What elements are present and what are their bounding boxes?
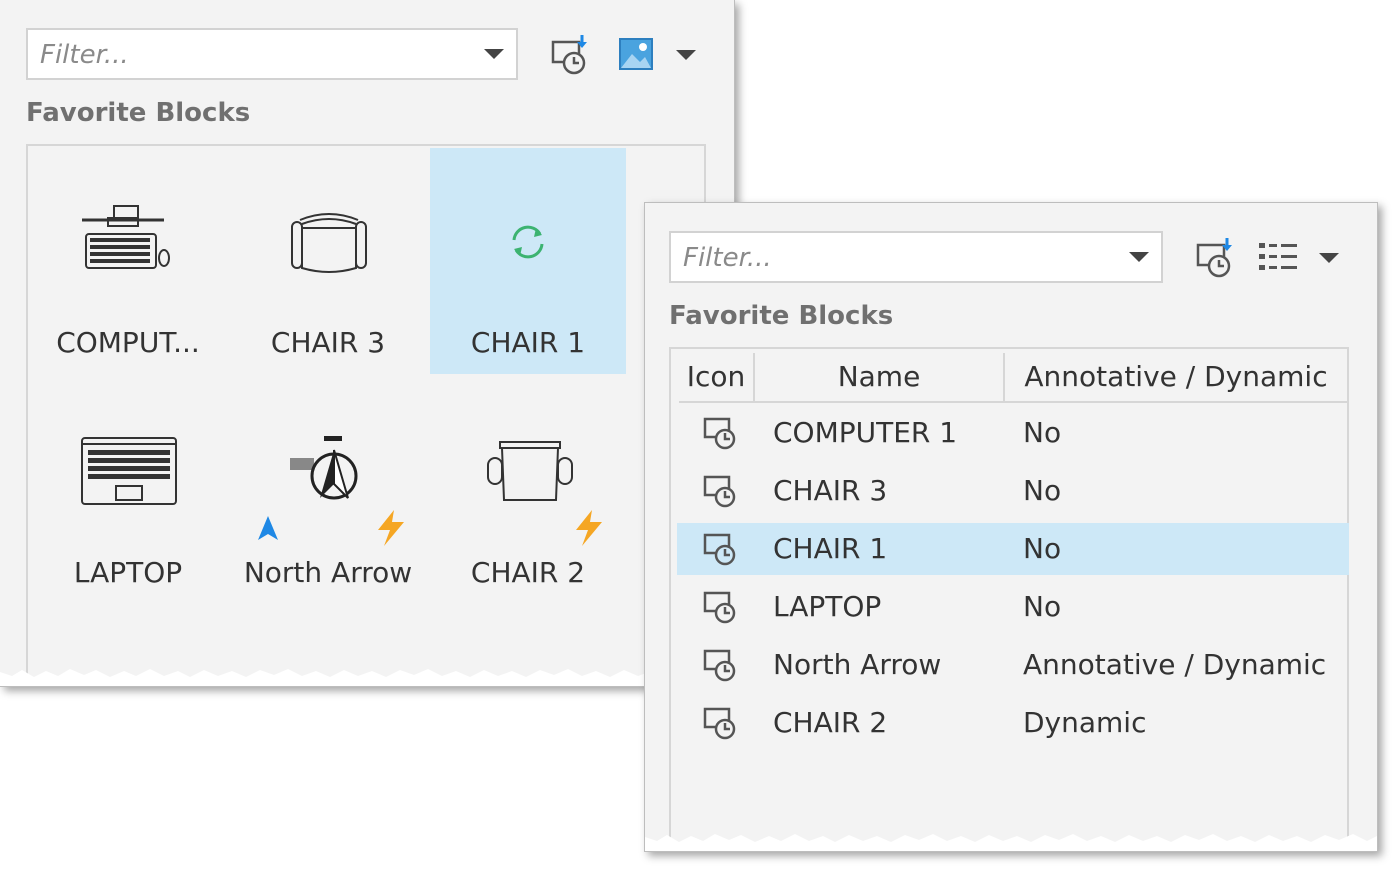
row-name: LAPTOP	[773, 590, 882, 623]
north-arrow-block-icon	[290, 436, 358, 500]
column-header-icon[interactable]: Icon	[679, 353, 755, 401]
list-row[interactable]: COMPUTER 1 No	[677, 407, 1349, 459]
blocks-list: Icon Name Annotative / Dynamic COMPUTER …	[669, 347, 1349, 851]
filter-combo[interactable]	[669, 231, 1163, 283]
tile-label: LAPTOP	[73, 556, 183, 589]
row-name: CHAIR 1	[773, 532, 888, 565]
block-tile[interactable]: CHAIR 2	[430, 378, 626, 604]
computer-block-icon	[82, 205, 170, 269]
torn-edge	[0, 669, 734, 686]
block-tile[interactable]: North Arrow	[230, 378, 426, 604]
column-header-name[interactable]: Name	[755, 353, 1005, 401]
list-row[interactable]: LAPTOP No	[677, 581, 1349, 633]
chair-block-icon	[291, 213, 367, 273]
thumbnail-view-icon[interactable]	[616, 34, 662, 80]
list-row[interactable]: North Arrow Annotative / Dynamic	[677, 639, 1349, 691]
filter-input[interactable]	[681, 233, 1115, 283]
view-options-chevron-icon[interactable]	[676, 50, 696, 60]
filter-input[interactable]	[38, 30, 470, 80]
row-annotative-dynamic: No	[1023, 474, 1062, 507]
list-header: Icon Name Annotative / Dynamic	[679, 353, 1347, 403]
stage: Favorite Blocks COMPUT..	[0, 0, 1398, 878]
chevron-down-icon[interactable]	[1129, 252, 1149, 262]
tile-label: CHAIR 3	[270, 326, 386, 359]
block-tile-selected[interactable]: CHAIR 1	[430, 148, 626, 374]
list-view-icon[interactable]	[1257, 237, 1303, 283]
filter-combo[interactable]	[26, 28, 518, 80]
block-icon	[703, 533, 736, 566]
blocks-palette-icon-view: Favorite Blocks COMPUT..	[0, 0, 735, 687]
block-icon	[703, 649, 736, 682]
row-annotative-dynamic: Annotative / Dynamic	[1023, 648, 1327, 681]
block-tile[interactable]: CHAIR 3	[230, 148, 426, 374]
dynamic-lightning-icon	[576, 510, 602, 546]
tile-label: CHAIR 2	[470, 556, 586, 589]
loading-sync-icon	[512, 225, 544, 259]
row-annotative-dynamic: No	[1023, 532, 1062, 565]
row-name: North Arrow	[773, 648, 942, 681]
row-name: CHAIR 2	[773, 706, 888, 739]
list-row[interactable]: CHAIR 3 No	[677, 465, 1349, 517]
row-annotative-dynamic: No	[1023, 590, 1062, 623]
list-row-selected[interactable]: CHAIR 1 No	[677, 523, 1349, 575]
block-icon	[703, 417, 736, 450]
block-tile[interactable]: LAPTOP	[30, 378, 226, 604]
block-tile[interactable]: COMPUT...	[30, 148, 226, 374]
row-annotative-dynamic: Dynamic	[1023, 706, 1147, 739]
tile-label: COMPUT...	[56, 326, 200, 359]
block-icon	[703, 707, 736, 740]
dynamic-lightning-icon	[378, 510, 404, 546]
tile-label: North Arrow	[243, 556, 413, 589]
row-name: CHAIR 3	[773, 474, 888, 507]
laptop-block-icon	[81, 437, 177, 505]
row-name: COMPUTER 1	[773, 416, 958, 449]
blocks-palette-list-view: Favorite Blocks Icon Name Annotative / D…	[644, 202, 1378, 852]
view-options-chevron-icon[interactable]	[1319, 253, 1339, 263]
chevron-down-icon[interactable]	[484, 49, 504, 59]
column-header-annotative-dynamic[interactable]: Annotative / Dynamic	[1005, 353, 1347, 401]
row-annotative-dynamic: No	[1023, 416, 1062, 449]
insert-block-icon[interactable]	[548, 32, 594, 78]
insert-block-icon[interactable]	[1193, 235, 1239, 281]
section-title: Favorite Blocks	[669, 301, 894, 331]
list-row[interactable]: CHAIR 2 Dynamic	[677, 697, 1349, 749]
tile-label: CHAIR 1	[470, 326, 586, 359]
block-icon	[703, 475, 736, 508]
annotative-icon	[258, 516, 278, 540]
section-title: Favorite Blocks	[26, 98, 251, 128]
chair-2-block-icon	[487, 441, 573, 501]
block-icon	[703, 591, 736, 624]
torn-edge	[645, 834, 1377, 851]
blocks-grid: COMPUT... CHAIR 3 CHAIR 1 LAPTOP North A…	[26, 144, 706, 686]
